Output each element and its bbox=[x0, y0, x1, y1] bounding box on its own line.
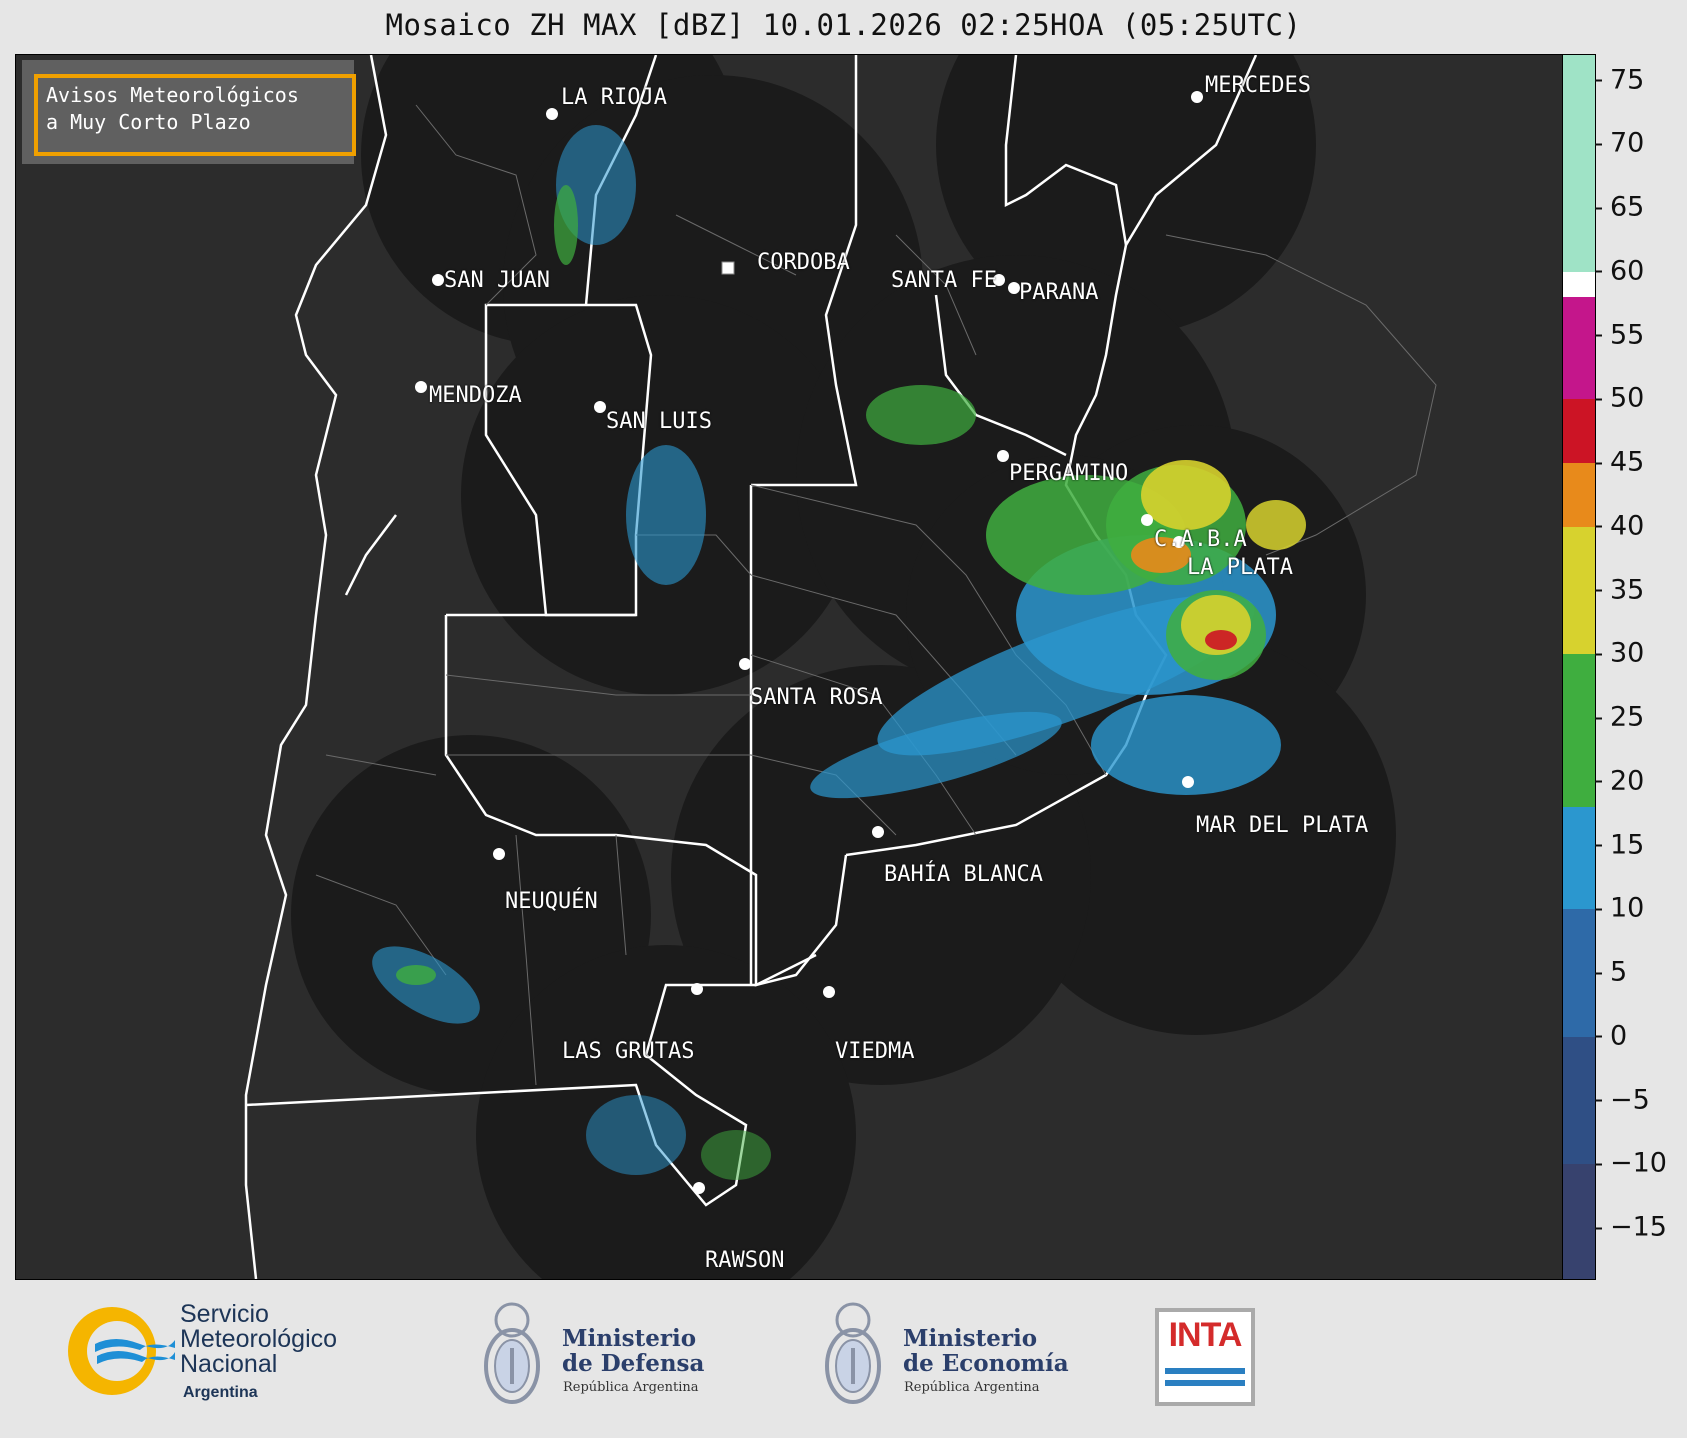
city-label-la-rioja: LA RIOJA bbox=[561, 85, 667, 110]
colorbar-band bbox=[1563, 654, 1595, 808]
smn-country: Argentina bbox=[183, 1384, 258, 1401]
colorbar-tick-label: 20 bbox=[1595, 765, 1644, 796]
city-label-rawson: RAWSON bbox=[705, 1248, 785, 1273]
smn-line1: Servicio bbox=[180, 1300, 269, 1328]
colorbar-band bbox=[1563, 55, 1595, 272]
city-label-santa-rosa: SANTA ROSA bbox=[750, 685, 883, 710]
colorbar-band bbox=[1563, 399, 1595, 463]
defensa-name: Ministerio de Defensa bbox=[562, 1326, 704, 1376]
inta-text: INTA bbox=[1168, 1316, 1243, 1354]
economia-line1: Ministerio bbox=[903, 1325, 1038, 1352]
coat-of-arms-icon bbox=[825, 1302, 881, 1404]
colorbar-tick-label: −15 bbox=[1595, 1212, 1667, 1243]
city-label-bahia-blanca: BAHÍA BLANCA bbox=[884, 862, 1043, 887]
colorbar-tick-label: 70 bbox=[1595, 128, 1644, 159]
city-label-neuquen: NEUQUÉN bbox=[505, 889, 598, 914]
colorbar-tick-label: 65 bbox=[1595, 192, 1644, 223]
colorbar-tick-label: 5 bbox=[1595, 957, 1627, 988]
city-label-santa-fe: SANTA FE bbox=[891, 268, 997, 293]
colorbar-band bbox=[1563, 909, 1595, 1037]
notice-line2: a Muy Corto Plazo bbox=[46, 110, 251, 134]
smn-name: Servicio Meteorológico Nacional bbox=[180, 1302, 337, 1377]
colorbar-tick-label: 35 bbox=[1595, 574, 1644, 605]
city-label-mendoza: MENDOZA bbox=[429, 383, 522, 408]
economia-name: Ministerio de Economía bbox=[903, 1326, 1069, 1376]
dbz-colorbar bbox=[1562, 54, 1596, 1280]
city-label-san-juan: SAN JUAN bbox=[444, 268, 550, 293]
colorbar-band bbox=[1563, 1036, 1595, 1165]
colorbar-tick-label: 0 bbox=[1595, 1020, 1627, 1051]
smn-line3: Nacional bbox=[180, 1350, 278, 1378]
city-label-mercedes: MERCEDES bbox=[1205, 73, 1311, 98]
colorbar-tick-label: 50 bbox=[1595, 383, 1644, 414]
notice-line1: Avisos Meteorológicos bbox=[46, 83, 299, 107]
colorbar-band bbox=[1563, 297, 1595, 400]
city-label-la-plata: LA PLATA bbox=[1187, 555, 1293, 580]
city-label-caba: C.A.B.A bbox=[1154, 527, 1247, 552]
city-label-pergamino: PERGAMINO bbox=[1009, 461, 1129, 486]
colorbar-tick-label: 40 bbox=[1595, 510, 1644, 541]
inta-stripe-icon bbox=[1165, 1368, 1245, 1374]
defensa-line1: Ministerio bbox=[562, 1325, 697, 1352]
colorbar-band bbox=[1563, 271, 1595, 298]
city-label-las-grutas: LAS GRUTAS bbox=[562, 1039, 695, 1064]
radar-map-canvas bbox=[16, 55, 1562, 1279]
city-label-cordoba: CORDOBA bbox=[757, 250, 850, 275]
smn-logo-icon bbox=[68, 1307, 175, 1395]
colorbar-tick-label: −5 bbox=[1595, 1084, 1650, 1115]
colorbar-tick-label: 30 bbox=[1595, 638, 1644, 669]
city-label-viedma: VIEDMA bbox=[835, 1039, 915, 1064]
smn-line2: Meteorológico bbox=[180, 1325, 338, 1353]
colorbar-band bbox=[1563, 807, 1595, 910]
colorbar-tick-label: 25 bbox=[1595, 702, 1644, 733]
colorbar-tick-label: 10 bbox=[1595, 893, 1644, 924]
city-label-mar-del-plata: MAR DEL PLATA bbox=[1196, 813, 1369, 838]
defensa-line2: de Defensa bbox=[562, 1350, 705, 1377]
map-title: Mosaico ZH MAX [dBZ] 10.01.2026 02:25HOA… bbox=[385, 8, 1302, 42]
inta-stripe-icon bbox=[1165, 1380, 1245, 1386]
city-label-san-luis: SAN LUIS bbox=[606, 409, 712, 434]
radar-map[interactable] bbox=[15, 54, 1563, 1280]
colorbar-tick-label: 45 bbox=[1595, 447, 1644, 478]
inta-logo: INTA bbox=[1155, 1308, 1255, 1406]
coat-of-arms-icon bbox=[484, 1302, 540, 1404]
colorbar-tick-label: 15 bbox=[1595, 829, 1644, 860]
colorbar-band bbox=[1563, 1164, 1595, 1279]
colorbar-tick-label: 60 bbox=[1595, 255, 1644, 286]
notice-box: Avisos Meteorológicos a Muy Corto Plazo bbox=[22, 60, 356, 164]
colorbar-band bbox=[1563, 526, 1595, 655]
notice-text: Avisos Meteorológicos a Muy Corto Plazo bbox=[34, 74, 356, 156]
defensa-sub: República Argentina bbox=[563, 1380, 699, 1395]
colorbar-band bbox=[1563, 463, 1595, 527]
colorbar-tick-label: 55 bbox=[1595, 319, 1644, 350]
colorbar-tick-label: 75 bbox=[1595, 64, 1644, 95]
city-label-parana: PARANA bbox=[1019, 280, 1099, 305]
footer-logos: Servicio Meteorológico Nacional Argentin… bbox=[0, 1280, 1687, 1438]
economia-sub: República Argentina bbox=[904, 1380, 1040, 1395]
economia-line2: de Economía bbox=[903, 1350, 1069, 1377]
colorbar-tick-label: −10 bbox=[1595, 1148, 1667, 1179]
